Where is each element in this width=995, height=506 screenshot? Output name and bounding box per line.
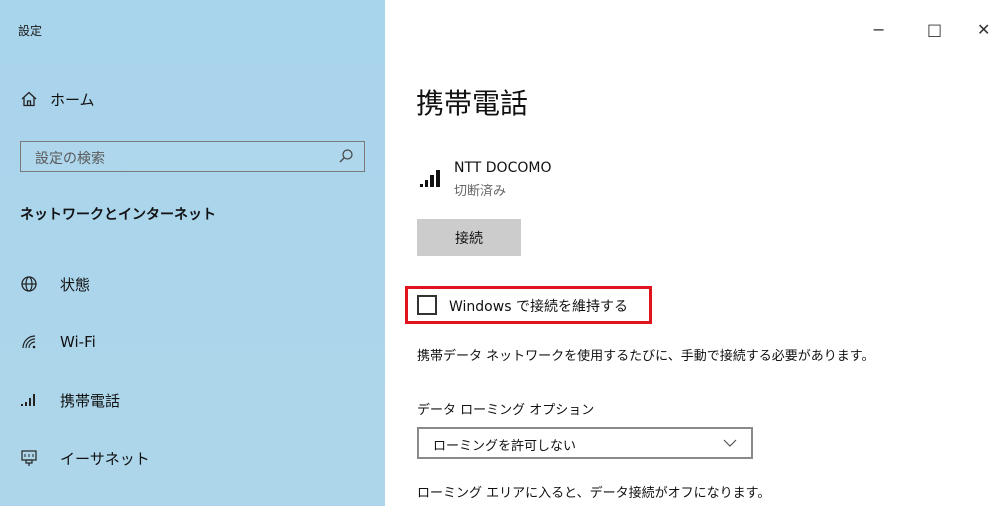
wifi-icon xyxy=(20,333,38,351)
maximize-button[interactable]: □ xyxy=(927,20,942,39)
sidebar-item-cellular[interactable]: 携帯電話 xyxy=(20,388,120,412)
settings-sidebar: 設定 ホーム 設定の検索 ネットワークとインターネット 状態 Wi-Fi 携帯電… xyxy=(0,0,385,506)
app-title: 設定 xyxy=(18,24,43,38)
page-title: 携帯電話 xyxy=(416,87,529,120)
sidebar-item-label: Wi-Fi xyxy=(60,333,96,351)
search-placeholder: 設定の検索 xyxy=(35,151,105,167)
sidebar-item-label: イーサネット xyxy=(60,449,150,468)
roaming-options-title: データ ローミング オプション xyxy=(417,403,595,418)
settings-search-input[interactable]: 設定の検索 xyxy=(20,141,365,172)
connect-button[interactable]: 接続 xyxy=(417,219,521,256)
section-title: ネットワークとインターネット xyxy=(20,207,216,223)
sidebar-item-label: 携帯電話 xyxy=(60,391,121,410)
network-name: NTT DOCOMO xyxy=(454,160,552,176)
sidebar-item-label: 状態 xyxy=(60,275,91,294)
network-status: 切断済み xyxy=(454,184,507,199)
chevron-down-icon xyxy=(723,436,737,450)
sidebar-item-wifi[interactable]: Wi-Fi xyxy=(20,330,96,354)
keep-connected-label[interactable]: Windows で接続を維持する xyxy=(449,296,628,316)
roaming-selected-value: ローミングを許可しない xyxy=(433,439,577,454)
cellular-signal-icon xyxy=(20,391,38,409)
minimize-button[interactable]: − xyxy=(872,20,885,39)
home-icon xyxy=(20,90,38,108)
home-label: ホーム xyxy=(50,90,95,109)
globe-icon xyxy=(20,275,38,293)
roaming-description: ローミング エリアに入ると、データ接続がオフになります。 xyxy=(417,486,771,501)
search-icon[interactable] xyxy=(338,148,354,164)
close-button[interactable]: ✕ xyxy=(977,20,990,39)
cellular-signal-icon xyxy=(420,160,446,190)
ethernet-icon xyxy=(20,449,38,467)
roaming-select[interactable]: ローミングを許可しない xyxy=(417,427,753,459)
sidebar-home[interactable]: ホーム xyxy=(20,88,95,110)
sidebar-item-ethernet[interactable]: イーサネット xyxy=(20,446,150,470)
keep-connected-checkbox[interactable] xyxy=(417,295,437,315)
sidebar-item-status[interactable]: 状態 xyxy=(20,272,90,296)
connection-description: 携帯データ ネットワークを使用するたびに、手動で接続する必要があります。 xyxy=(417,349,875,364)
